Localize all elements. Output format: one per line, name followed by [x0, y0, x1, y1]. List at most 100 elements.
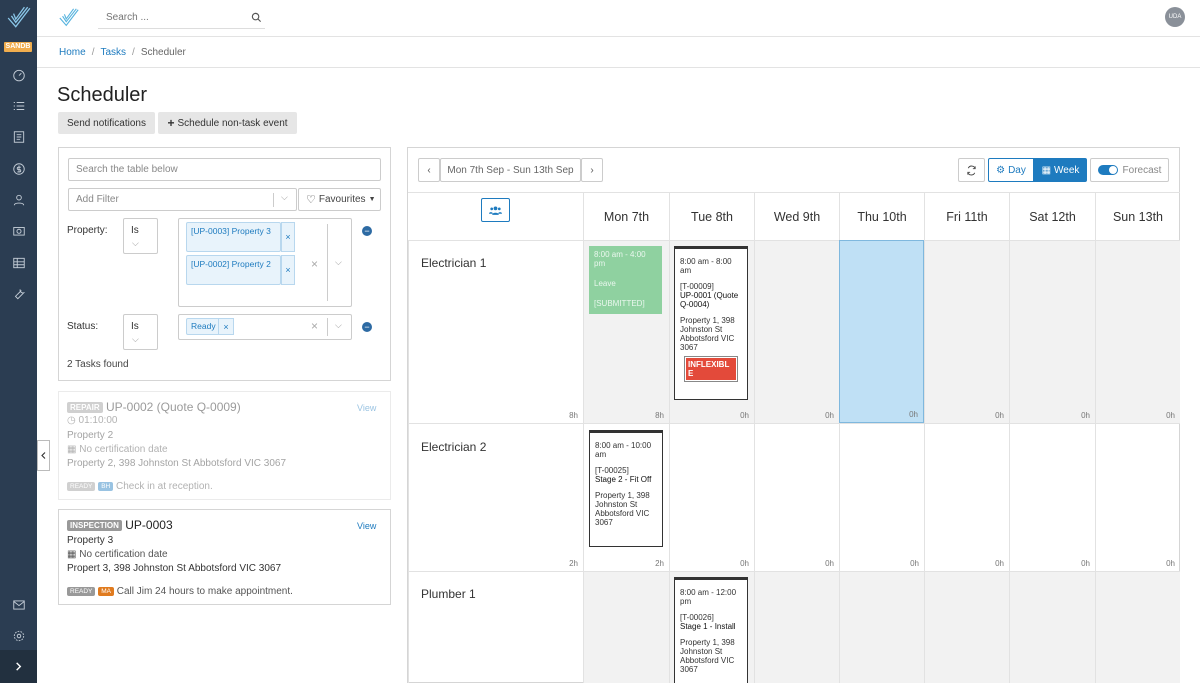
remove-tag-icon[interactable]: ×: [218, 318, 234, 335]
caret-down-icon: ▼: [368, 196, 376, 203]
documents-icon[interactable]: [0, 130, 37, 144]
resource-name: Electrician 2: [421, 440, 487, 454]
calendar-cell[interactable]: [1095, 571, 1180, 683]
calendar-cell[interactable]: 0h: [1009, 423, 1095, 571]
event-type: Leave: [594, 279, 616, 288]
breadcrumb-tasks[interactable]: Tasks: [100, 47, 126, 58]
global-search-input[interactable]: [98, 7, 265, 29]
chevron-down-icon[interactable]: ⌵: [335, 257, 342, 268]
collapse-panel-button[interactable]: [37, 440, 50, 471]
calendar-cell[interactable]: [1009, 571, 1095, 683]
day-view-button[interactable]: ⚙ Day: [988, 158, 1034, 182]
hours-total: 0h: [1166, 411, 1175, 420]
user-icon[interactable]: [0, 193, 37, 207]
camera-icon[interactable]: [0, 224, 37, 238]
status-operator-value: Is: [131, 321, 139, 332]
brand-logo-icon[interactable]: [57, 7, 81, 32]
view-task-link[interactable]: View: [357, 521, 376, 531]
task-address: Property 2, 398 Johnston St Abbotsford V…: [67, 458, 287, 469]
remove-filter-icon[interactable]: −: [362, 322, 372, 332]
tasks-icon[interactable]: [0, 99, 37, 113]
clear-icon[interactable]: ×: [311, 319, 318, 333]
week-view-button[interactable]: ▦ Week: [1034, 158, 1087, 182]
calendar-cell[interactable]: [924, 571, 1009, 683]
remove-filter-icon[interactable]: −: [362, 226, 372, 236]
clear-icon[interactable]: ×: [311, 257, 318, 271]
forecast-toggle[interactable]: Forecast: [1090, 158, 1169, 182]
dashboard-icon[interactable]: [0, 68, 37, 82]
user-avatar[interactable]: UDA: [1165, 7, 1185, 27]
task-event[interactable]: 8:00 am - 8:00 am [T-00009] UP-0001 (Quo…: [674, 246, 748, 400]
chevron-down-icon: ⌵: [132, 238, 139, 248]
calendar-cell[interactable]: 0h: [1009, 240, 1095, 423]
refresh-button[interactable]: [958, 158, 985, 182]
calendar-cell[interactable]: 0h: [754, 240, 839, 423]
event-title: UP-0001 (Quote Q-0004): [680, 291, 739, 309]
status-operator-select[interactable]: Is ⌵: [123, 314, 158, 350]
hours-total: 8h: [655, 411, 664, 420]
tasks-found-count: 2 Tasks found: [67, 359, 129, 370]
event-time: 8:00 am - 12:00 pm: [680, 588, 737, 606]
calendar-icon: ▦: [67, 549, 77, 560]
calendar-cell[interactable]: 0h: [924, 240, 1009, 423]
expand-sidebar-button[interactable]: [0, 650, 37, 683]
task-title: UP-0003: [125, 518, 173, 532]
task-cert: No certification date: [79, 444, 168, 455]
add-filter-select[interactable]: Add Filter ⌵: [68, 188, 297, 211]
calendar-cell[interactable]: 0h: [669, 423, 754, 571]
remove-tag-icon[interactable]: ×: [281, 255, 295, 285]
day-header-sun: Sun 13th: [1095, 193, 1180, 240]
calendar-cell[interactable]: 0h: [1095, 240, 1180, 423]
schedule-event-button[interactable]: + Schedule non-task event: [158, 112, 297, 134]
calendar-cell[interactable]: [583, 571, 669, 683]
event-title: Stage 2 - Fit Off: [595, 475, 652, 484]
calendar-cell[interactable]: [839, 571, 924, 683]
settings-icon[interactable]: [0, 629, 37, 643]
task-card[interactable]: INSPECTION UP-0003 View Property 3 ▦ No …: [58, 509, 391, 605]
top-bar: UDA: [37, 0, 1200, 37]
task-event[interactable]: 8:00 am - 12:00 pm [T-00026] Stage 1 - I…: [674, 577, 748, 683]
task-cert: No certification date: [79, 549, 168, 560]
calendar-cell[interactable]: [754, 571, 839, 683]
table-search-input[interactable]: Search the table below: [68, 158, 381, 181]
mail-icon[interactable]: [0, 598, 37, 612]
breadcrumb-home[interactable]: Home: [59, 47, 86, 58]
favourites-label: Favourites: [318, 194, 366, 205]
chevron-down-icon[interactable]: ⌵: [335, 320, 342, 331]
calendar-cell[interactable]: 0h: [1095, 423, 1180, 571]
task-card[interactable]: REPAIR UP-0002 (Quote Q-0009) View ◷ 01:…: [58, 391, 391, 500]
calendar-cell[interactable]: 0h: [839, 423, 924, 571]
event-address: Property 1, 398 Johnston St Abbotsford V…: [680, 316, 735, 352]
calendar-cell-selected[interactable]: 0h: [839, 240, 924, 423]
hours-total: 2h: [569, 559, 578, 568]
chevron-down-icon: ⌵: [132, 334, 139, 344]
send-notifications-button[interactable]: Send notifications: [58, 112, 155, 134]
logo-icon[interactable]: [0, 5, 37, 31]
toggle-switch[interactable]: [1097, 165, 1118, 175]
task-status-badge: READY: [67, 586, 96, 596]
hours-total: 0h: [995, 559, 1004, 568]
event-time: 8:00 am - 4:00 pm: [594, 250, 646, 268]
prev-week-button[interactable]: ‹: [418, 158, 440, 182]
inflexible-badge: INFLEXIBLE: [684, 356, 738, 382]
hours-total: 0h: [1081, 559, 1090, 568]
breadcrumb-separator: /: [132, 46, 135, 58]
task-event[interactable]: 8:00 am - 10:00 am [T-00025] Stage 2 - F…: [589, 430, 663, 547]
favourites-button[interactable]: ♡ Favourites ▼: [298, 188, 381, 211]
week-view-label: Week: [1054, 164, 1080, 176]
table-icon[interactable]: [0, 256, 37, 270]
day-header-wed: Wed 9th: [754, 193, 839, 240]
date-range-display[interactable]: Mon 7th Sep - Sun 13th Sep: [440, 158, 581, 182]
leave-event[interactable]: 8:00 am - 4:00 pm Leave [SUBMITTED]: [589, 246, 662, 314]
day-header-tue: Tue 8th: [669, 193, 754, 240]
remove-tag-icon[interactable]: ×: [281, 222, 295, 252]
billing-icon[interactable]: [0, 162, 37, 176]
group-resources-button[interactable]: [481, 198, 510, 222]
calendar-cell[interactable]: 0h: [924, 423, 1009, 571]
view-task-link[interactable]: View: [357, 403, 376, 413]
property-operator-select[interactable]: Is ⌵: [123, 218, 158, 254]
search-icon[interactable]: [251, 12, 262, 26]
next-week-button[interactable]: ›: [581, 158, 603, 182]
wrench-icon[interactable]: [0, 287, 37, 301]
calendar-cell[interactable]: 0h: [754, 423, 839, 571]
